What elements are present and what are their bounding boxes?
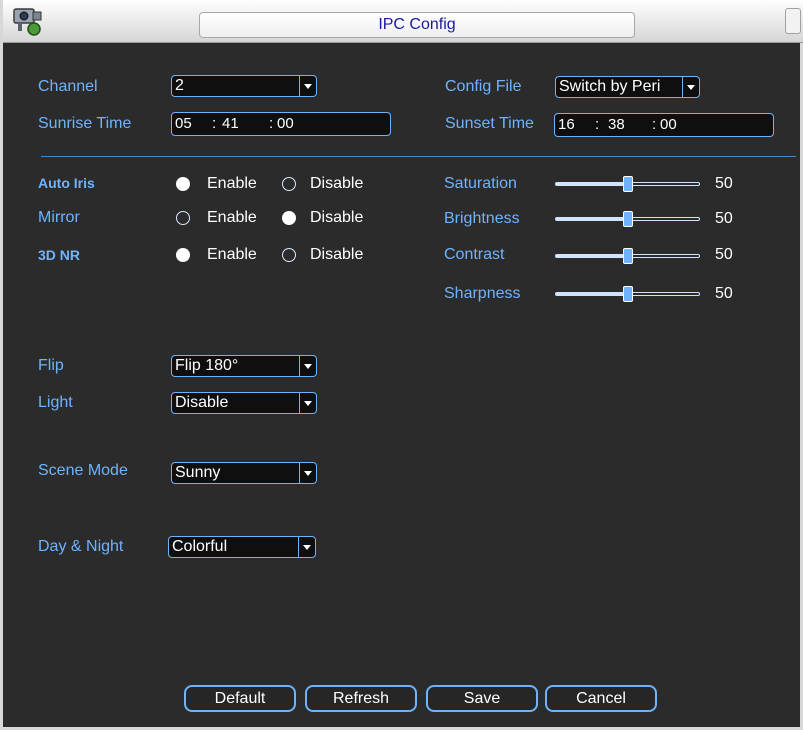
scene-mode-value: Sunny: [175, 464, 221, 481]
mirror-disable-radio[interactable]: [282, 211, 296, 225]
cancel-button[interactable]: Cancel: [545, 685, 657, 712]
brightness-label: Brightness: [444, 210, 520, 227]
saturation-value: 50: [715, 175, 733, 192]
sunrise-time-field[interactable]: 05 : 41 : 00: [171, 112, 391, 136]
chevron-down-icon[interactable]: [299, 76, 316, 96]
sunset-time-field[interactable]: 16 : 38 : 00: [554, 113, 774, 137]
sharpness-label: Sharpness: [444, 285, 521, 302]
ipc-config-window: IPC Config Channel 2 Sunrise Time 05 : 4…: [0, 0, 803, 730]
scene-mode-label: Scene Mode: [38, 462, 128, 479]
time-separator: :: [595, 116, 600, 133]
sunrise-time-label: Sunrise Time: [38, 115, 132, 132]
3d-nr-disable-radio[interactable]: [282, 248, 296, 262]
close-button[interactable]: [785, 8, 801, 34]
refresh-button[interactable]: Refresh: [305, 685, 417, 712]
chevron-down-icon[interactable]: [298, 537, 315, 557]
chevron-down-icon[interactable]: [299, 356, 316, 376]
sunrise-hour[interactable]: 05: [175, 113, 192, 135]
sharpness-value: 50: [715, 285, 733, 302]
saturation-slider-handle[interactable]: [623, 176, 633, 192]
day-night-label: Day & Night: [38, 538, 124, 555]
title-bar: IPC Config: [3, 0, 803, 43]
3d-nr-label: 3D NR: [38, 247, 81, 263]
config-file-select[interactable]: Switch by Peri: [555, 76, 700, 98]
default-button[interactable]: Default: [184, 685, 296, 712]
3d-nr-enable-text[interactable]: Enable: [207, 245, 257, 265]
auto-iris-label: Auto Iris: [38, 175, 95, 191]
time-separator: :: [269, 115, 274, 132]
sunrise-second[interactable]: 00: [277, 113, 294, 135]
light-label: Light: [38, 394, 73, 411]
auto-iris-enable-radio[interactable]: [176, 177, 190, 191]
mirror-enable-text[interactable]: Enable: [207, 208, 257, 228]
config-file-value: Switch by Peri: [559, 78, 661, 95]
light-select[interactable]: Disable: [171, 392, 317, 414]
chevron-down-icon[interactable]: [682, 77, 699, 97]
sunrise-minute[interactable]: 41: [222, 113, 239, 135]
title-box: IPC Config: [199, 12, 635, 38]
flip-label: Flip: [38, 357, 64, 374]
saturation-label: Saturation: [444, 175, 517, 192]
config-file-label: Config File: [445, 78, 522, 95]
chevron-down-icon[interactable]: [299, 463, 316, 483]
time-separator: :: [652, 116, 657, 133]
day-night-select[interactable]: Colorful: [168, 536, 316, 558]
save-button[interactable]: Save: [426, 685, 538, 712]
sunset-hour[interactable]: 16: [558, 114, 575, 136]
channel-label: Channel: [38, 78, 98, 95]
light-value: Disable: [175, 394, 229, 411]
auto-iris-enable-text[interactable]: Enable: [207, 174, 257, 194]
sunset-time-label: Sunset Time: [445, 115, 534, 132]
channel-value: 2: [175, 77, 184, 94]
mirror-enable-radio[interactable]: [176, 211, 190, 225]
mirror-disable-text[interactable]: Disable: [310, 208, 363, 228]
section-divider: [41, 156, 796, 157]
flip-select[interactable]: Flip 180°: [171, 355, 317, 377]
sharpness-slider-handle[interactable]: [623, 286, 633, 302]
brightness-value: 50: [715, 210, 733, 227]
contrast-label: Contrast: [444, 246, 505, 263]
mirror-label: Mirror: [38, 209, 80, 226]
window-title: IPC Config: [378, 16, 456, 33]
channel-select[interactable]: 2: [171, 75, 317, 97]
day-night-value: Colorful: [172, 538, 228, 555]
3d-nr-disable-text[interactable]: Disable: [310, 245, 363, 265]
auto-iris-disable-radio[interactable]: [282, 177, 296, 191]
auto-iris-disable-text[interactable]: Disable: [310, 174, 363, 194]
3d-nr-enable-radio[interactable]: [176, 248, 190, 262]
chevron-down-icon[interactable]: [299, 393, 316, 413]
camera-icon: [13, 8, 42, 36]
time-separator: :: [212, 115, 217, 132]
flip-value: Flip 180°: [175, 357, 239, 374]
brightness-slider-handle[interactable]: [623, 211, 633, 227]
contrast-value: 50: [715, 246, 733, 263]
sunset-minute[interactable]: 38: [608, 114, 625, 136]
scene-mode-select[interactable]: Sunny: [171, 462, 317, 484]
sunset-second[interactable]: 00: [660, 114, 677, 136]
contrast-slider-handle[interactable]: [623, 248, 633, 264]
